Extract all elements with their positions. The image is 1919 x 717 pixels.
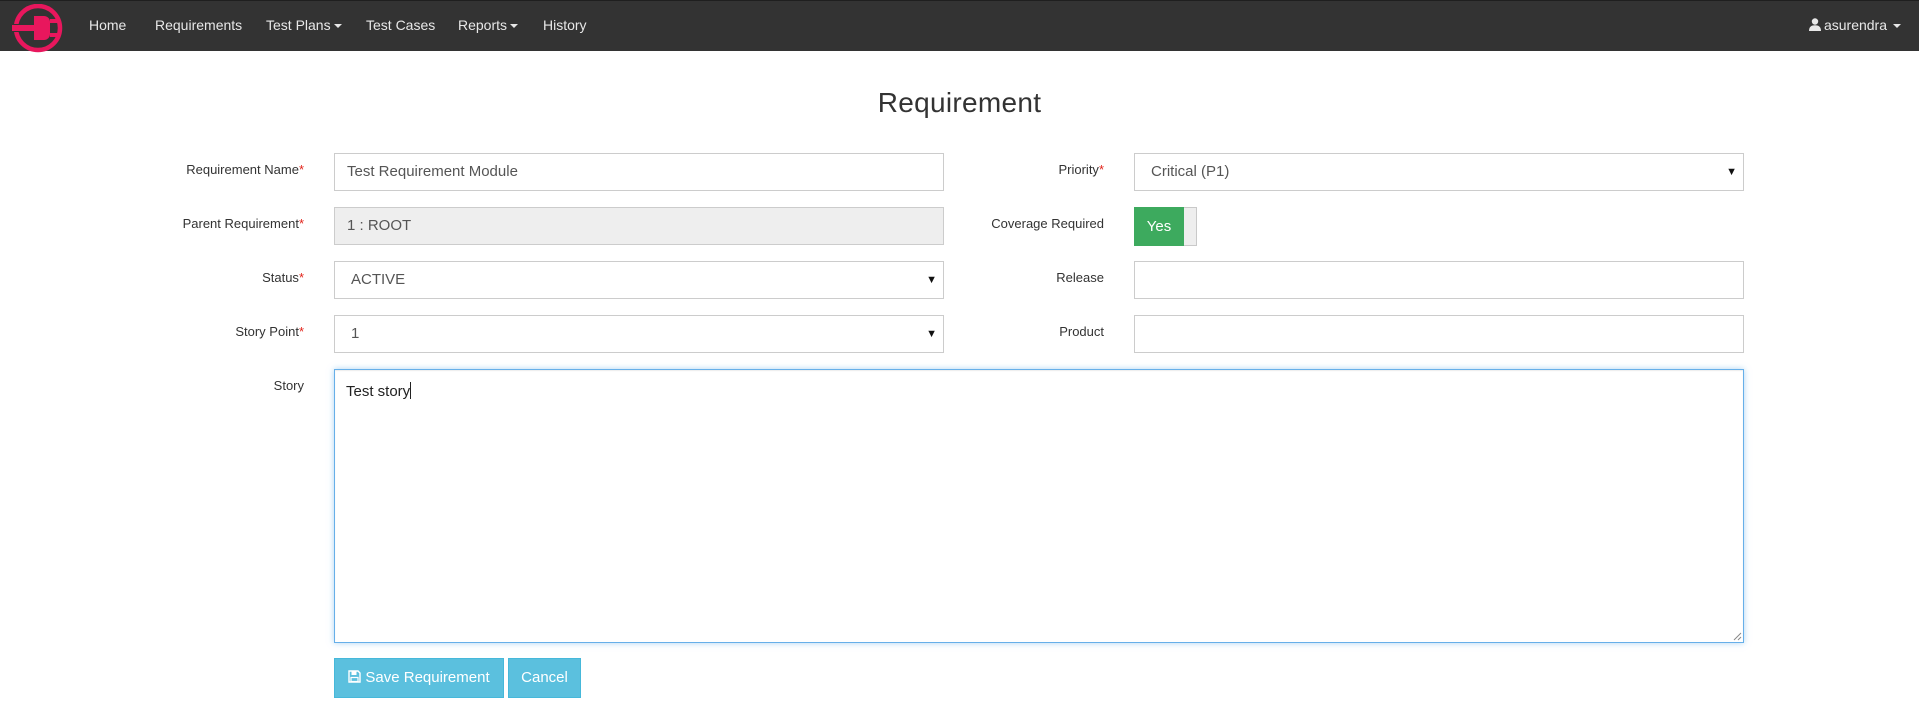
- caret-down-icon: [510, 24, 519, 29]
- story-point-select[interactable]: 1 ▼: [334, 315, 944, 353]
- nav-history[interactable]: History: [543, 17, 587, 33]
- story-point-value: 1: [351, 325, 360, 342]
- story-point-label: Story Point*: [235, 324, 304, 339]
- requirement-name-input[interactable]: Test Requirement Module: [334, 153, 944, 191]
- text-cursor: [410, 382, 412, 399]
- coverage-required-toggle[interactable]: Yes: [1134, 207, 1197, 246]
- story-text: Test story: [346, 383, 411, 400]
- story-label: Story: [273, 378, 304, 393]
- save-requirement-button[interactable]: Save Requirement: [334, 658, 504, 698]
- user-menu[interactable]: asurendra: [1808, 17, 1901, 33]
- coverage-required-label: Coverage Required: [991, 216, 1104, 231]
- release-input[interactable]: [1134, 261, 1744, 299]
- release-label: Release: [1056, 270, 1104, 285]
- priority-value: Critical (P1): [1151, 163, 1230, 180]
- save-button-label: Save Requirement: [365, 669, 490, 686]
- priority-label: Priority*: [1058, 162, 1104, 177]
- story-textarea[interactable]: Test story: [334, 369, 1744, 643]
- nav-home[interactable]: Home: [89, 17, 126, 33]
- toggle-on-label: Yes: [1134, 207, 1184, 246]
- user-icon: [1808, 18, 1821, 31]
- nav-reports-label: Reports: [458, 17, 508, 33]
- caret-down-icon: ▼: [926, 328, 937, 340]
- status-label: Status*: [262, 270, 304, 285]
- top-navbar: Home Requirements Test Plans Test Cases …: [0, 0, 1919, 54]
- resize-grip-icon[interactable]: [1732, 631, 1742, 641]
- status-value: ACTIVE: [351, 271, 406, 288]
- requirement-name-label: Requirement Name*: [186, 162, 304, 177]
- nav-requirements[interactable]: Requirements: [155, 17, 242, 33]
- nav-test-plans[interactable]: Test Plans: [266, 17, 342, 33]
- cancel-button[interactable]: Cancel: [508, 658, 581, 698]
- floppy-disk-icon: [348, 670, 362, 683]
- nav-test-plans-label: Test Plans: [266, 17, 331, 33]
- parent-requirement-label: Parent Requirement*: [182, 216, 304, 231]
- product-input[interactable]: [1134, 315, 1744, 353]
- parent-requirement-input: 1 : ROOT: [334, 207, 944, 245]
- priority-select[interactable]: Critical (P1) ▼: [1134, 153, 1744, 191]
- product-label: Product: [1059, 324, 1104, 339]
- caret-down-icon: ▼: [926, 274, 937, 286]
- caret-down-icon: [1893, 24, 1901, 29]
- caret-down-icon: ▼: [1726, 166, 1737, 178]
- user-name: asurendra: [1823, 17, 1887, 33]
- page-title: Requirement: [877, 87, 1042, 118]
- caret-down-icon: [333, 24, 342, 29]
- status-select[interactable]: ACTIVE ▼: [334, 261, 944, 299]
- nav-reports[interactable]: Reports: [458, 17, 519, 33]
- plug-logo-icon[interactable]: [10, 4, 66, 54]
- nav-test-cases[interactable]: Test Cases: [366, 17, 435, 33]
